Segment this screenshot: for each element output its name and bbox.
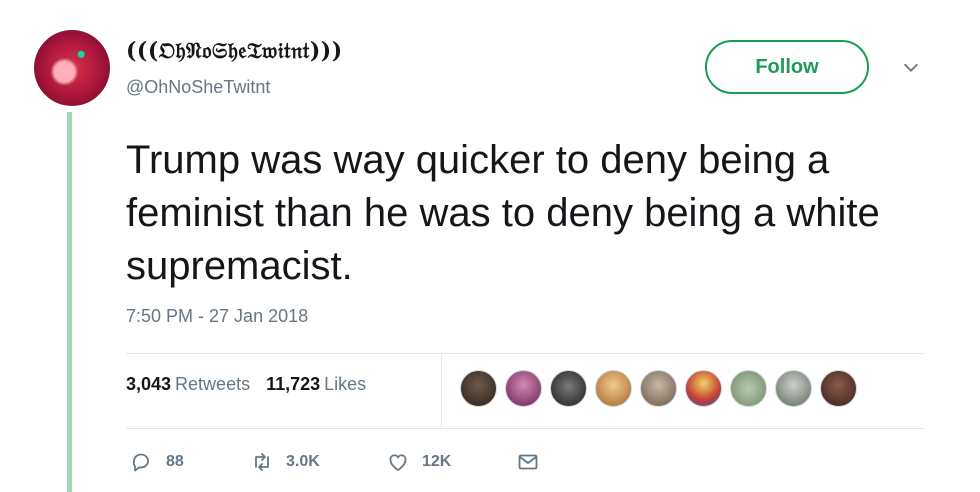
retweet-button[interactable]: 3.0K [250,450,386,474]
retweets-stat[interactable]: 3,043 Retweets [126,374,250,395]
like-button[interactable]: 12K [386,450,516,474]
thread-line [67,112,72,492]
likes-count: 11,723 [266,374,321,394]
retweet-icon [255,453,269,471]
reply-count: 88 [166,453,184,470]
follow-button[interactable]: Follow [705,40,869,94]
liker-avatar[interactable] [685,370,722,407]
retweets-count: 3,043 [126,374,172,394]
liker-avatars [460,370,857,407]
chevron-down-icon[interactable] [900,56,922,78]
avatar[interactable] [34,30,110,106]
tweet-timestamp[interactable]: 7:50 PM - 27 Jan 2018 [126,306,308,327]
liker-avatar[interactable] [460,370,497,407]
heart-icon [389,454,407,471]
retweet-count: 3.0K [286,453,320,470]
divider-top [126,353,925,354]
tweet-actions: 88 3.0K 12K [130,450,552,474]
liker-avatar[interactable] [550,370,587,407]
envelope-icon [518,454,538,470]
likes-label: Likes [324,374,367,394]
user-handle[interactable]: @OhNoSheTwitnt [126,77,270,98]
engagement-stats: 3,043 Retweets 11,723 Likes [126,374,366,395]
liker-avatar[interactable] [505,370,542,407]
display-name[interactable]: (((𝔒𝔥𝔑𝔬𝔖𝔥𝔢𝔗𝔴𝔦𝔱𝔫𝔱))) [126,38,343,64]
retweets-label: Retweets [175,374,251,394]
liker-avatar[interactable] [640,370,677,407]
like-count: 12K [422,453,452,470]
divider-bottom [126,428,925,429]
direct-message-button[interactable] [516,450,552,474]
stats-separator [441,355,442,427]
liker-avatar[interactable] [595,370,632,407]
likes-stat[interactable]: 11,723 Likes [266,374,366,395]
liker-avatar[interactable] [775,370,812,407]
reply-button[interactable]: 88 [130,450,250,474]
reply-icon [132,453,149,472]
liker-avatar[interactable] [730,370,767,407]
liker-avatar[interactable] [820,370,857,407]
tweet-text: Trump was way quicker to deny being a fe… [126,138,880,288]
